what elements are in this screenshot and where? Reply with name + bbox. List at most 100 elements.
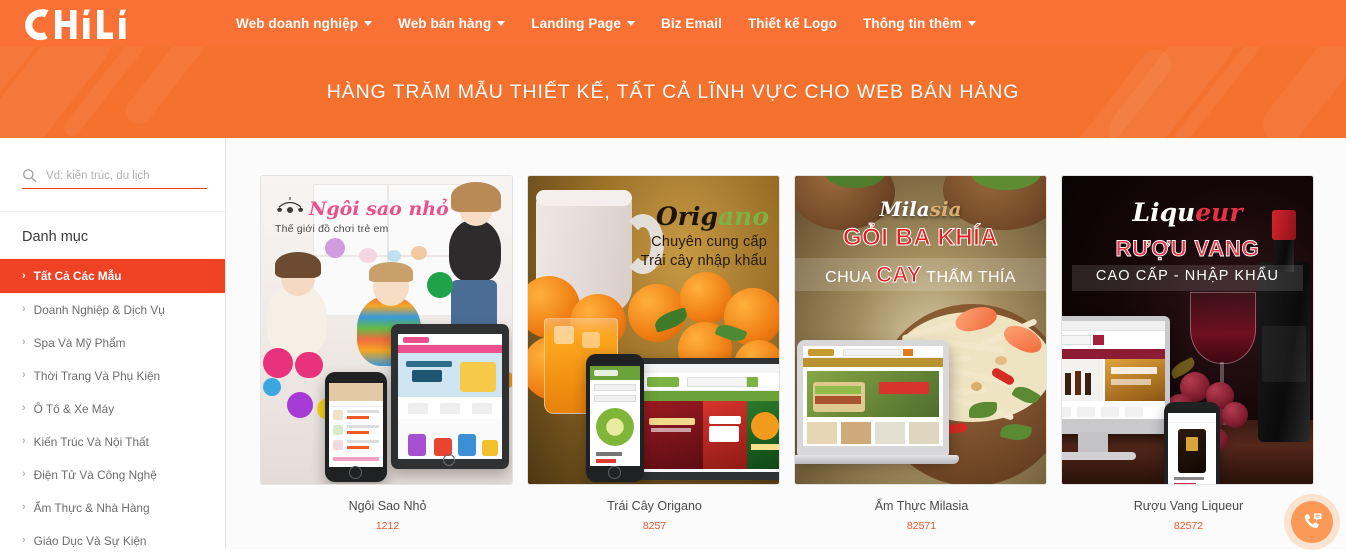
template-thumbnail-trai-cay-origano[interactable]: Origano Chuyên cung cấp Trái cây nhập kh… (527, 175, 780, 485)
nav-item-web-doanh-nghiep[interactable]: Web doanh nghiệp (236, 10, 372, 37)
monitor-mockup (1061, 316, 1170, 434)
thumbnail-brand-lockup: Ngôi sao nhỏ Thế giới đồ chơi trẻ em (275, 198, 455, 235)
template-thumbnail-am-thuc-milasia[interactable]: Milasia GỎI BA KHÍA CHUA CAY THẤM THÍA (794, 175, 1047, 485)
template-title: Ẩm Thực Milasia (794, 499, 1049, 513)
sidebar-item-label: Thời Trang Và Phụ Kiện (34, 369, 160, 383)
nav-item-label: Landing Page (531, 16, 621, 31)
thumbnail-brand: Origano (656, 202, 769, 231)
template-card[interactable]: Ngôi sao nhỏ Thế giới đồ chơi trẻ em Ngô… (260, 175, 515, 532)
template-code: 8257 (527, 520, 782, 532)
nav-item-label: Thông tin thêm (863, 16, 962, 31)
template-thumbnail-ngoi-sao-nho[interactable]: Ngôi sao nhỏ Thế giới đồ chơi trẻ em (260, 175, 513, 485)
nav-item-label: Biz Email (661, 16, 722, 31)
site-logo[interactable] (22, 4, 152, 44)
sidebar-item-label: Doanh Nghiệp & Dịch Vụ (34, 303, 165, 317)
thumbnail-artwork: Milasia GỎI BA KHÍA CHUA CAY THẤM THÍA (795, 176, 1046, 484)
template-card[interactable]: Milasia GỎI BA KHÍA CHUA CAY THẤM THÍA Ẩ… (794, 175, 1049, 532)
sidebar-item-label: Ô Tô & Xe Máy (34, 402, 114, 416)
mobile-toy-icon (275, 196, 305, 216)
phone-chat-icon (1301, 511, 1323, 533)
top-navigation-bar: Web doanh nghiệp Web bán hàng Landing Pa… (0, 0, 1346, 47)
nav-item-label: Web bán hàng (398, 16, 491, 31)
thumbnail-headline: RƯỢU VANG (1062, 236, 1313, 262)
thumbnail-brand: Milasia (795, 197, 1046, 221)
sidebar-item-o-to-xe-may[interactable]: › Ô Tô & Xe Máy (0, 392, 225, 425)
search-box[interactable] (22, 168, 207, 189)
category-list: › Tất Cả Các Mẫu › Doanh Nghiệp & Dịch V… (0, 259, 225, 557)
sidebar-item-tat-ca-cac-mau[interactable]: › Tất Cả Các Mẫu (0, 259, 225, 293)
thumbnail-artwork: Origano Chuyên cung cấp Trái cây nhập kh… (528, 176, 779, 484)
thumbnail-brand: Ngôi sao nhỏ (309, 198, 455, 220)
sidebar-item-label: Tất Cả Các Mẫu (34, 269, 122, 283)
sidebar-item-kien-truc-va-noi-that[interactable]: › Kiến Trúc Và Nội Thất (0, 425, 225, 458)
sidebar-item-dien-tu-va-cong-nghe[interactable]: › Điện Tử Và Công Nghệ (0, 458, 225, 491)
nav-item-thong-tin-them[interactable]: Thông tin thêm (863, 10, 976, 37)
thumbnail-line-2: Trái cây nhập khẩu (641, 253, 767, 269)
chevron-right-icon: › (22, 469, 26, 480)
chevron-right-icon: › (22, 535, 26, 546)
chevron-right-icon: › (22, 304, 26, 315)
nav-item-thiet-ke-logo[interactable]: Thiết kế Logo (748, 10, 837, 37)
nav-item-landing-page[interactable]: Landing Page (531, 10, 635, 37)
phone-mockup (586, 354, 644, 482)
sidebar-item-thoi-trang-va-phu-kien[interactable]: › Thời Trang Và Phụ Kiện (0, 359, 225, 392)
thumbnail-line-1: Chuyên cung cấp (651, 234, 767, 250)
phone-mockup (1164, 402, 1220, 485)
template-thumbnail-ruou-vang-liqueur[interactable]: Liqueur RƯỢU VANG CAO CẤP - NHẬP KHẨU (1061, 175, 1314, 485)
phone-mockup (325, 372, 387, 482)
contact-float-button[interactable] (1291, 501, 1333, 543)
template-title: Trái Cây Origano (527, 499, 782, 513)
nav-item-web-ban-hang[interactable]: Web bán hàng (398, 10, 505, 37)
thumbnail-artwork: Ngôi sao nhỏ Thế giới đồ chơi trẻ em (261, 176, 512, 484)
sidebar-item-am-thuc-nha-hang[interactable]: › Ẩm Thực & Nhà Hàng (0, 491, 225, 524)
category-sidebar: Danh mục › Tất Cả Các Mẫu › Doanh Nghiệp… (0, 138, 226, 549)
chevron-down-icon (364, 21, 372, 26)
nav-item-label: Web doanh nghiệp (236, 16, 358, 31)
tablet-mockup (636, 358, 780, 480)
nav-item-biz-email[interactable]: Biz Email (661, 10, 722, 37)
chili-pepper-icon (22, 7, 150, 41)
sidebar-item-spa-va-my-pham[interactable]: › Spa Và Mỹ Phẩm (0, 326, 225, 359)
chevron-right-icon: › (22, 502, 26, 513)
chevron-down-icon (497, 21, 505, 26)
sidebar-item-label: Điện Tử Và Công Nghệ (34, 468, 157, 482)
template-grid: Ngôi sao nhỏ Thế giới đồ chơi trẻ em Ngô… (226, 138, 1346, 532)
hero-title: HÀNG TRĂM MẪU THIẾT KẾ, TẤT CẢ LĨNH VỰC … (327, 81, 1020, 104)
sidebar-item-label: Giáo Dục Và Sự Kiện (34, 534, 147, 548)
nav-item-label: Thiết kế Logo (748, 16, 837, 31)
template-card[interactable]: Liqueur RƯỢU VANG CAO CẤP - NHẬP KHẨU Rư… (1061, 175, 1316, 532)
chevron-right-icon: › (22, 370, 26, 381)
chevron-down-icon (968, 21, 976, 26)
page-body: Danh mục › Tất Cả Các Mẫu › Doanh Nghiệp… (0, 138, 1346, 549)
template-code: 82571 (794, 520, 1049, 532)
search-icon (22, 168, 37, 183)
template-title: Rượu Vang Liqueur (1061, 499, 1316, 513)
template-title: Ngôi Sao Nhỏ (260, 499, 515, 513)
search-input[interactable] (46, 170, 207, 182)
tablet-mockup (391, 324, 509, 469)
thumbnail-headline: GỎI BA KHÍA (795, 224, 1046, 252)
chevron-right-icon: › (22, 403, 26, 414)
thumbnail-artwork: Liqueur RƯỢU VANG CAO CẤP - NHẬP KHẨU (1062, 176, 1313, 484)
sidebar-search-area (0, 138, 225, 189)
thumbnail-brand: Liqueur (1062, 198, 1313, 227)
thumbnail-subheadline: CAO CẤP - NHẬP KHẨU (1062, 268, 1313, 284)
sidebar-item-giao-duc-va-su-kien[interactable]: › Giáo Dục Và Sự Kiện (0, 524, 225, 557)
thumbnail-tagline: Thế giới đồ chơi trẻ em (275, 223, 455, 235)
chevron-right-icon: › (22, 337, 26, 348)
chevron-down-icon (627, 21, 635, 26)
template-code: 1212 (260, 520, 515, 532)
template-card[interactable]: Origano Chuyên cung cấp Trái cây nhập kh… (527, 175, 782, 532)
sidebar-item-label: Ẩm Thực & Nhà Hàng (34, 501, 150, 515)
sidebar-item-label: Kiến Trúc Và Nội Thất (34, 435, 149, 449)
hero-banner: HÀNG TRĂM MẪU THIẾT KẾ, TẤT CẢ LĨNH VỰC … (0, 47, 1346, 138)
chevron-right-icon: › (22, 436, 26, 447)
sidebar-item-doanh-nghiep-dich-vu[interactable]: › Doanh Nghiệp & Dịch Vụ (0, 293, 225, 326)
sidebar-item-label: Spa Và Mỹ Phẩm (34, 336, 126, 350)
chevron-right-icon: › (22, 271, 26, 282)
template-gallery: Ngôi sao nhỏ Thế giới đồ chơi trẻ em Ngô… (226, 138, 1346, 549)
thumbnail-subheadline: CHUA CAY THẤM THÍA (795, 262, 1046, 288)
template-code: 82572 (1061, 520, 1316, 532)
category-heading: Danh mục (0, 212, 225, 259)
laptop-mockup (797, 340, 949, 456)
